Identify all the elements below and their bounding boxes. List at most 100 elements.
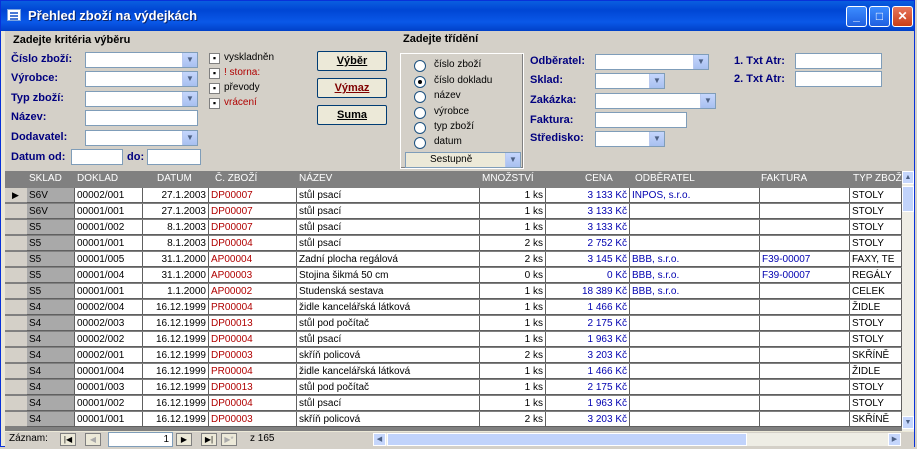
table-cell[interactable]: DP00013 — [209, 316, 297, 331]
table-row[interactable]: S4 00002/002 16.12.1999 DP00004 stůl psací 1 … — [5, 332, 902, 348]
chevron-down-icon[interactable]: ▼ — [700, 94, 715, 108]
table-cell[interactable]: BBB, s.r.o. — [630, 252, 760, 267]
sort-radio-cislo-dokladu[interactable] — [414, 76, 426, 88]
table-cell[interactable]: 2 175 Kč — [546, 316, 630, 331]
prev-record-icon[interactable]: ◀ — [85, 433, 101, 446]
suma-button[interactable]: Suma — [317, 105, 387, 125]
table-cell[interactable]: BBB, s.r.o. — [630, 268, 760, 283]
table-cell[interactable] — [760, 300, 850, 315]
chevron-down-icon[interactable]: ▼ — [693, 55, 708, 69]
table-cell[interactable] — [760, 332, 850, 347]
table-cell[interactable]: S4 — [27, 364, 75, 379]
table-cell[interactable]: stůl psací — [297, 220, 480, 235]
maximize-button[interactable]: □ — [869, 6, 890, 27]
record-number-input[interactable]: 1 — [108, 432, 173, 447]
table-cell[interactable]: STOLY — [850, 396, 902, 411]
table-cell[interactable]: ŽIDLE — [850, 300, 902, 315]
vyber-button[interactable]: Výběr — [317, 51, 387, 71]
table-cell[interactable]: stůl psací — [297, 188, 480, 203]
table-cell[interactable]: židle kancelářská látková — [297, 300, 480, 315]
table-cell[interactable]: STOLY — [850, 188, 902, 203]
table-cell[interactable]: Zadní plocha regálová — [297, 252, 480, 267]
column-header[interactable]: ODBĚRATEL — [635, 171, 755, 187]
table-cell[interactable]: 0 ks — [480, 268, 546, 283]
chevron-down-icon[interactable]: ▼ — [649, 74, 664, 88]
table-cell[interactable]: 1 ks — [480, 188, 546, 203]
table-cell[interactable]: SKŘÍNĚ — [850, 348, 902, 363]
table-cell[interactable] — [630, 220, 760, 235]
row-selector[interactable] — [5, 252, 27, 267]
hscroll-thumb[interactable] — [387, 433, 747, 446]
table-cell[interactable]: 16.12.1999 — [143, 332, 209, 347]
storna-checkbox[interactable]: ▪ — [209, 68, 220, 79]
row-selector[interactable] — [5, 204, 27, 219]
odberatel-combo[interactable]: ▼ — [595, 54, 709, 70]
scroll-thumb[interactable] — [902, 186, 914, 212]
table-cell[interactable]: 2 ks — [480, 236, 546, 251]
txt-atr-2-input[interactable] — [795, 71, 882, 87]
table-row[interactable]: S4 00001/003 16.12.1999 DP00013 stůl pod poč… — [5, 380, 902, 396]
sort-radio-typ-zbozi[interactable] — [414, 122, 426, 134]
scroll-right-icon[interactable]: ▶ — [888, 433, 901, 446]
chevron-down-icon[interactable]: ▼ — [182, 53, 197, 67]
table-cell[interactable]: 00001/003 — [75, 380, 143, 395]
chevron-down-icon[interactable]: ▼ — [182, 72, 197, 86]
table-row[interactable]: S4 00001/002 16.12.1999 DP00004 stůl psací 1 … — [5, 396, 902, 412]
stredisko-combo[interactable]: ▼ — [595, 131, 665, 147]
table-cell[interactable]: 2 ks — [480, 252, 546, 267]
table-cell[interactable]: ŽIDLE — [850, 364, 902, 379]
table-cell[interactable]: 1 963 Kč — [546, 332, 630, 347]
table-cell[interactable]: 27.1.2003 — [143, 204, 209, 219]
vyrobce-combo[interactable]: ▼ — [85, 71, 198, 87]
table-cell[interactable]: STOLY — [850, 316, 902, 331]
table-cell[interactable]: 00001/004 — [75, 268, 143, 283]
horizontal-scrollbar[interactable]: ◀ ▶ — [373, 433, 901, 446]
table-cell[interactable] — [630, 364, 760, 379]
table-cell[interactable]: skříň policová — [297, 348, 480, 363]
column-header[interactable]: DOKLAD — [77, 171, 139, 187]
table-cell[interactable]: stůl psací — [297, 204, 480, 219]
txt-atr-1-input[interactable] — [795, 53, 882, 69]
table-row[interactable]: S5 00001/001 1.1.2000 AP00002 Studenská sest… — [5, 284, 902, 300]
datum-do-input[interactable] — [147, 149, 201, 165]
dodavatel-combo[interactable]: ▼ — [85, 130, 198, 146]
datum-od-input[interactable] — [71, 149, 123, 165]
table-cell[interactable]: stůl psací — [297, 236, 480, 251]
table-cell[interactable]: PR00004 — [209, 300, 297, 315]
table-cell[interactable]: DP00004 — [209, 396, 297, 411]
table-cell[interactable]: Stojina šikmá 50 cm — [297, 268, 480, 283]
table-row[interactable]: S5 00001/001 8.1.2003 DP00004 stůl psací 2 ks… — [5, 236, 902, 252]
table-cell[interactable]: BBB, s.r.o. — [630, 284, 760, 299]
table-cell[interactable]: 16.12.1999 — [143, 412, 209, 427]
column-header[interactable]: CENA — [585, 171, 625, 187]
table-cell[interactable]: 00001/001 — [75, 204, 143, 219]
table-cell[interactable]: S5 — [27, 284, 75, 299]
minimize-button[interactable]: _ — [846, 6, 867, 27]
table-cell[interactable]: S5 — [27, 252, 75, 267]
table-cell[interactable]: STOLY — [850, 220, 902, 235]
table-cell[interactable]: PR00004 — [209, 364, 297, 379]
table-cell[interactable]: 00001/005 — [75, 252, 143, 267]
sort-radio-datum[interactable] — [414, 137, 426, 149]
table-cell[interactable] — [760, 348, 850, 363]
table-cell[interactable]: DP00003 — [209, 412, 297, 427]
sort-radio-vyrobce[interactable] — [414, 107, 426, 119]
table-cell[interactable]: DP00013 — [209, 380, 297, 395]
typ-zbozi-combo[interactable]: ▼ — [85, 91, 198, 107]
current-record-icon[interactable]: ▶ — [5, 188, 27, 203]
table-row[interactable]: S6V 00001/001 27.1.2003 DP00007 stůl psací 1 … — [5, 204, 902, 220]
table-cell[interactable] — [760, 220, 850, 235]
table-row[interactable]: S4 00001/001 16.12.1999 DP00003 skříň polico… — [5, 412, 902, 428]
table-cell[interactable]: 2 ks — [480, 412, 546, 427]
chevron-down-icon[interactable]: ▼ — [182, 131, 197, 145]
sort-radio-cislo-zbozi[interactable] — [414, 60, 426, 72]
row-selector[interactable] — [5, 380, 27, 395]
table-cell[interactable] — [630, 380, 760, 395]
table-cell[interactable]: 00002/002 — [75, 332, 143, 347]
table-cell[interactable]: S5 — [27, 268, 75, 283]
table-cell[interactable]: 1 466 Kč — [546, 364, 630, 379]
sort-order-combo[interactable]: Sestupně ▼ — [405, 152, 521, 168]
table-cell[interactable]: 00001/004 — [75, 364, 143, 379]
column-header[interactable]: FAKTURA — [761, 171, 851, 187]
table-cell[interactable]: 3 145 Kč — [546, 252, 630, 267]
